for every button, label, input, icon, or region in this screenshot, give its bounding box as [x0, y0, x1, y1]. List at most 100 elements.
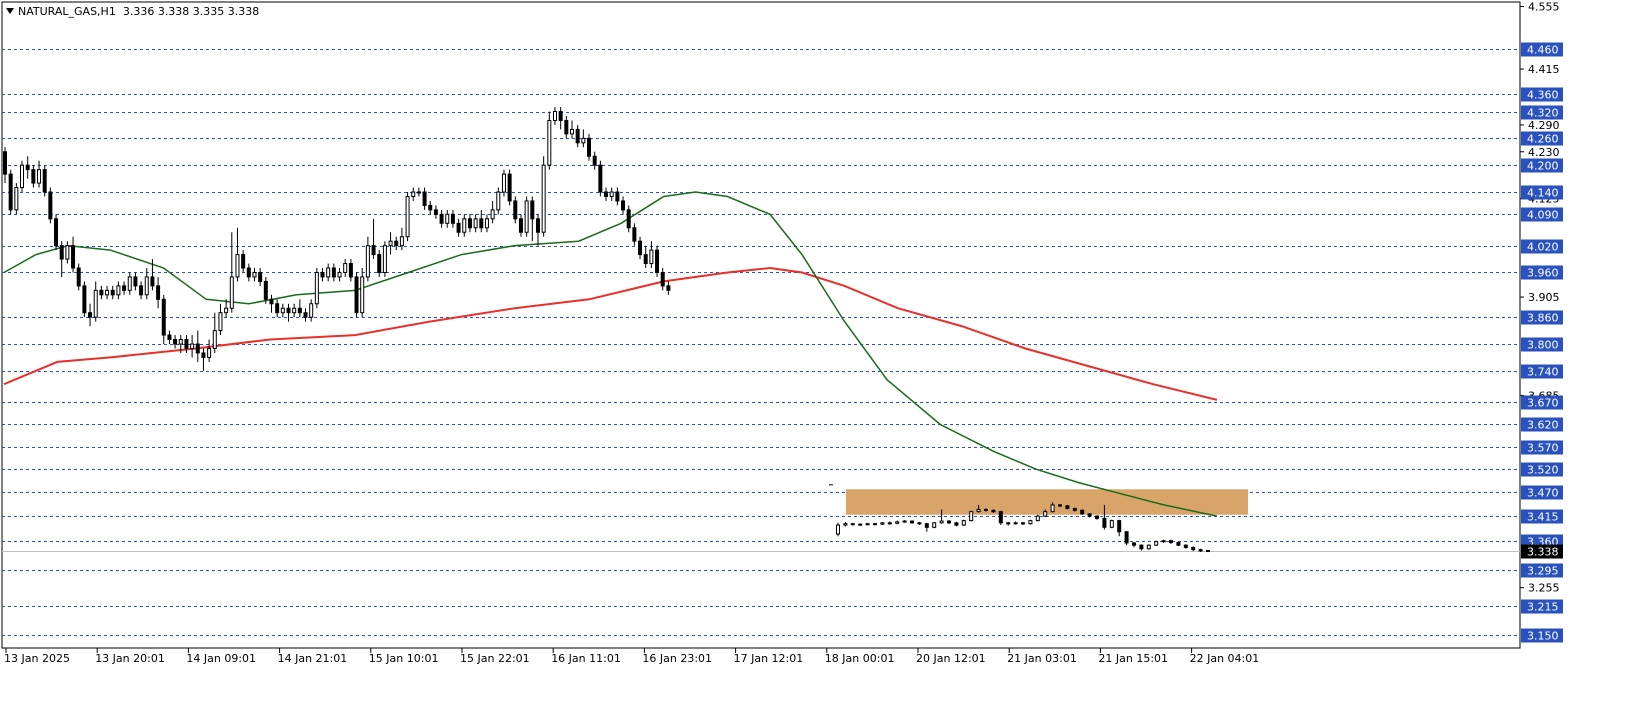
- candle[interactable]: [604, 187, 609, 201]
- candle[interactable]: [42, 165, 47, 197]
- candle[interactable]: [422, 187, 427, 210]
- candle[interactable]: [76, 263, 81, 291]
- candle[interactable]: [212, 312, 217, 353]
- candle[interactable]: [598, 160, 603, 197]
- candle[interactable]: [195, 330, 200, 362]
- candle[interactable]: [54, 214, 59, 251]
- candle[interactable]: [303, 308, 308, 322]
- candle[interactable]: [1006, 521, 1011, 526]
- candle[interactable]: [887, 521, 892, 525]
- candle[interactable]: [394, 236, 399, 251]
- candle[interactable]: [655, 245, 660, 277]
- supply-zone-rect[interactable]: [846, 489, 1248, 515]
- candle[interactable]: [484, 214, 489, 233]
- candle[interactable]: [1198, 548, 1203, 552]
- candle[interactable]: [269, 294, 274, 313]
- candle[interactable]: [456, 218, 461, 237]
- candle[interactable]: [14, 183, 19, 215]
- candle[interactable]: [1065, 504, 1070, 510]
- candle[interactable]: [286, 303, 291, 322]
- candle[interactable]: [524, 196, 529, 237]
- candle[interactable]: [133, 272, 138, 291]
- candle[interactable]: [65, 241, 70, 264]
- candle[interactable]: [1080, 509, 1085, 515]
- candle[interactable]: [360, 268, 365, 318]
- candle[interactable]: [428, 200, 433, 215]
- candle[interactable]: [609, 187, 614, 201]
- candle[interactable]: [1176, 541, 1181, 547]
- candle[interactable]: [99, 285, 104, 300]
- candle[interactable]: [649, 241, 654, 268]
- candle[interactable]: [932, 521, 937, 529]
- candle[interactable]: [467, 214, 472, 233]
- candle[interactable]: [450, 209, 455, 228]
- candle[interactable]: [1146, 544, 1151, 550]
- candle[interactable]: [139, 281, 144, 300]
- candle[interactable]: [632, 223, 637, 246]
- candle[interactable]: [587, 133, 592, 161]
- candle[interactable]: [581, 129, 586, 148]
- candle[interactable]: [433, 205, 438, 219]
- chart-area[interactable]: 4.5554.4154.2904.2304.1253.9053.6853.255…: [0, 0, 1651, 704]
- candle[interactable]: [343, 259, 348, 277]
- candle[interactable]: [541, 156, 546, 237]
- candle[interactable]: [337, 268, 342, 282]
- candle[interactable]: [998, 510, 1003, 526]
- candle[interactable]: [917, 521, 922, 526]
- candle[interactable]: [207, 339, 212, 362]
- candle[interactable]: [1021, 521, 1025, 526]
- candle[interactable]: [1191, 546, 1196, 551]
- candle[interactable]: [59, 241, 64, 277]
- candle[interactable]: [8, 169, 13, 215]
- candle[interactable]: [48, 187, 53, 224]
- candle[interactable]: [547, 111, 552, 170]
- candle[interactable]: [82, 281, 87, 318]
- candle[interactable]: [462, 214, 467, 237]
- candle[interactable]: [297, 299, 302, 318]
- candle[interactable]: [880, 521, 885, 526]
- candle[interactable]: [530, 196, 535, 242]
- candle[interactable]: [501, 169, 506, 197]
- candle[interactable]: [1028, 519, 1033, 525]
- candle[interactable]: [71, 236, 76, 273]
- candle[interactable]: [592, 151, 597, 170]
- price-chart[interactable]: 4.5554.4154.2904.2304.1253.9053.6853.255…: [0, 0, 1651, 704]
- candle[interactable]: [570, 120, 574, 139]
- candle[interactable]: [895, 520, 900, 525]
- candle[interactable]: [173, 335, 178, 349]
- candle[interactable]: [246, 263, 251, 282]
- candle[interactable]: [411, 187, 416, 201]
- candle[interactable]: [348, 259, 353, 282]
- candle[interactable]: [105, 285, 110, 300]
- candle[interactable]: [490, 200, 495, 224]
- candle[interactable]: [552, 107, 557, 125]
- candle[interactable]: [1206, 550, 1210, 553]
- candle[interactable]: [190, 335, 195, 358]
- candle[interactable]: [235, 227, 240, 282]
- candle[interactable]: [275, 299, 280, 318]
- candle[interactable]: [518, 214, 523, 237]
- candle[interactable]: [439, 209, 444, 228]
- candle[interactable]: [666, 281, 671, 295]
- candle[interactable]: [513, 196, 518, 224]
- candle[interactable]: [314, 268, 319, 309]
- candle[interactable]: [621, 196, 626, 215]
- candle[interactable]: [626, 205, 631, 233]
- candle[interactable]: [31, 165, 36, 188]
- candle[interactable]: [660, 268, 665, 291]
- candle[interactable]: [1095, 515, 1099, 520]
- candle[interactable]: [241, 250, 246, 273]
- candle[interactable]: [910, 520, 914, 524]
- candle[interactable]: [496, 187, 501, 215]
- candle[interactable]: [1169, 539, 1173, 544]
- candle[interactable]: [1183, 544, 1188, 549]
- candle[interactable]: [331, 263, 336, 282]
- candle[interactable]: [1109, 519, 1114, 529]
- candle[interactable]: [365, 236, 370, 282]
- candle[interactable]: [1035, 514, 1040, 522]
- candle[interactable]: [969, 510, 974, 522]
- candle[interactable]: [110, 285, 115, 300]
- candle[interactable]: [280, 303, 285, 318]
- candle[interactable]: [947, 520, 951, 525]
- candle[interactable]: [382, 241, 387, 277]
